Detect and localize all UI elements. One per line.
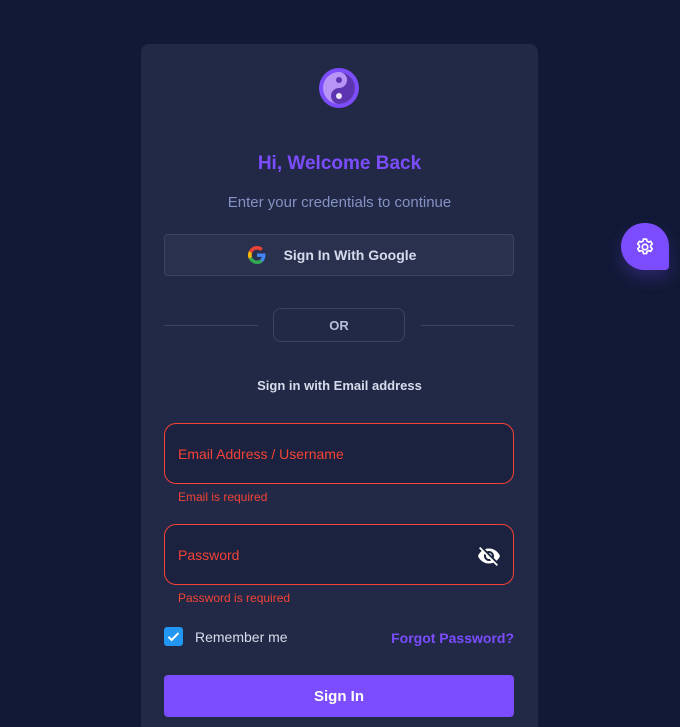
password-error-text: Password is required xyxy=(178,591,291,605)
page-title: Hi, Welcome Back xyxy=(257,153,422,174)
divider-left xyxy=(164,325,258,326)
remember-me-label: Remember me xyxy=(195,628,288,645)
google-signin-button[interactable]: Sign In With Google xyxy=(164,234,514,276)
logo-icon xyxy=(319,68,359,108)
page-subtitle: Enter your credentials to continue xyxy=(227,194,452,211)
password-field-wrapper xyxy=(164,524,514,585)
email-field-wrapper xyxy=(164,423,514,484)
email-field[interactable] xyxy=(165,424,513,483)
email-section-label: Sign in with Email address xyxy=(257,378,422,393)
remember-me-checkbox[interactable] xyxy=(164,627,183,646)
check-icon xyxy=(167,632,180,642)
eye-off-icon[interactable] xyxy=(477,544,501,568)
or-divider-chip: OR xyxy=(273,308,405,342)
settings-fab[interactable] xyxy=(621,223,669,270)
email-error-text: Email is required xyxy=(178,490,268,504)
google-icon xyxy=(247,246,265,264)
sign-in-button[interactable]: Sign In xyxy=(164,675,514,717)
password-field[interactable] xyxy=(165,525,513,584)
gear-icon xyxy=(636,237,654,254)
remember-me-row: Remember me xyxy=(164,627,288,646)
forgot-password-link[interactable]: Forgot Password? xyxy=(391,630,514,646)
google-signin-label: Sign In With Google xyxy=(283,247,417,263)
login-page: Hi, Welcome Back Enter your credentials … xyxy=(0,0,680,727)
divider-right xyxy=(421,325,514,326)
